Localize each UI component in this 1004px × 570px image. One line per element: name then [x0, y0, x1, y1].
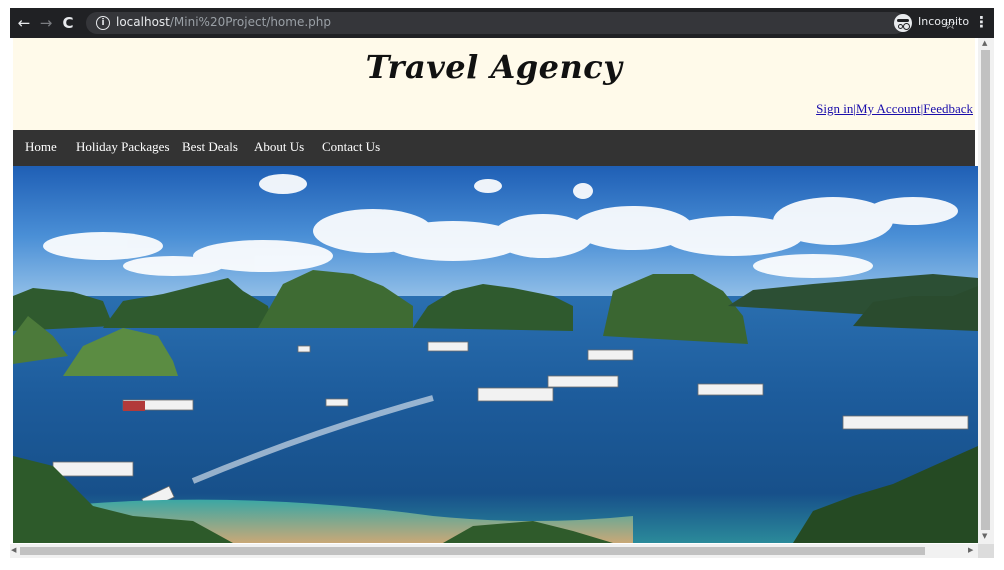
nav-item-contact-us[interactable]: Contact Us [322, 139, 380, 155]
nav-item-holiday-packages[interactable]: Holiday Packages [76, 139, 170, 155]
feedback-link[interactable]: Feedback [923, 101, 973, 116]
horizontal-scrollbar[interactable]: ◀ ▶ [10, 544, 978, 558]
bottom-edge [10, 560, 994, 570]
main-nav: Home Holiday Packages Best Deals About U… [13, 130, 975, 166]
scroll-down-icon[interactable]: ▼ [982, 532, 987, 540]
scrollbar-corner [978, 544, 994, 558]
incognito-indicator[interactable]: Incognito [894, 13, 976, 33]
my-account-link[interactable]: My Account [856, 101, 921, 116]
scroll-left-icon[interactable]: ◀ [11, 546, 16, 554]
forward-icon[interactable]: → [36, 13, 56, 33]
horizontal-scroll-thumb[interactable] [20, 547, 925, 555]
sign-in-link[interactable]: Sign in [816, 101, 853, 116]
info-icon[interactable]: i [96, 16, 110, 30]
url-path: /Mini%20Project/home.php [169, 15, 331, 29]
browser-toolbar: ← → C i localhost/Mini%20Project/home.ph… [10, 8, 994, 38]
nav-item-about-us[interactable]: About Us [254, 139, 304, 155]
more-menu-icon[interactable]: ⋮ [974, 13, 989, 31]
url-host: localhost [116, 15, 170, 29]
vertical-scroll-thumb[interactable] [981, 50, 990, 530]
account-links: Sign in|My Account|Feedback [816, 101, 973, 117]
url-text[interactable]: localhost/Mini%20Project/home.php [116, 15, 331, 29]
hero-image [13, 166, 978, 543]
bay-landscape-illustration [13, 166, 978, 543]
incognito-label: Incognito [918, 15, 970, 28]
vertical-scrollbar[interactable]: ▲ ▼ [978, 38, 994, 544]
scroll-up-icon[interactable]: ▲ [982, 39, 987, 47]
nav-item-best-deals[interactable]: Best Deals [182, 139, 238, 155]
page-viewport: Travel Agency Sign in|My Account|Feedbac… [10, 38, 994, 560]
site-title: Travel Agency [365, 48, 623, 86]
reload-icon[interactable]: C [58, 13, 78, 33]
back-icon[interactable]: ← [14, 13, 34, 33]
incognito-icon [894, 14, 912, 32]
scroll-right-icon[interactable]: ▶ [968, 546, 973, 554]
site-header: Travel Agency Sign in|My Account|Feedbac… [13, 38, 975, 130]
address-bar[interactable]: i localhost/Mini%20Project/home.php ☆ [86, 12, 957, 34]
nav-item-home[interactable]: Home [25, 139, 57, 155]
